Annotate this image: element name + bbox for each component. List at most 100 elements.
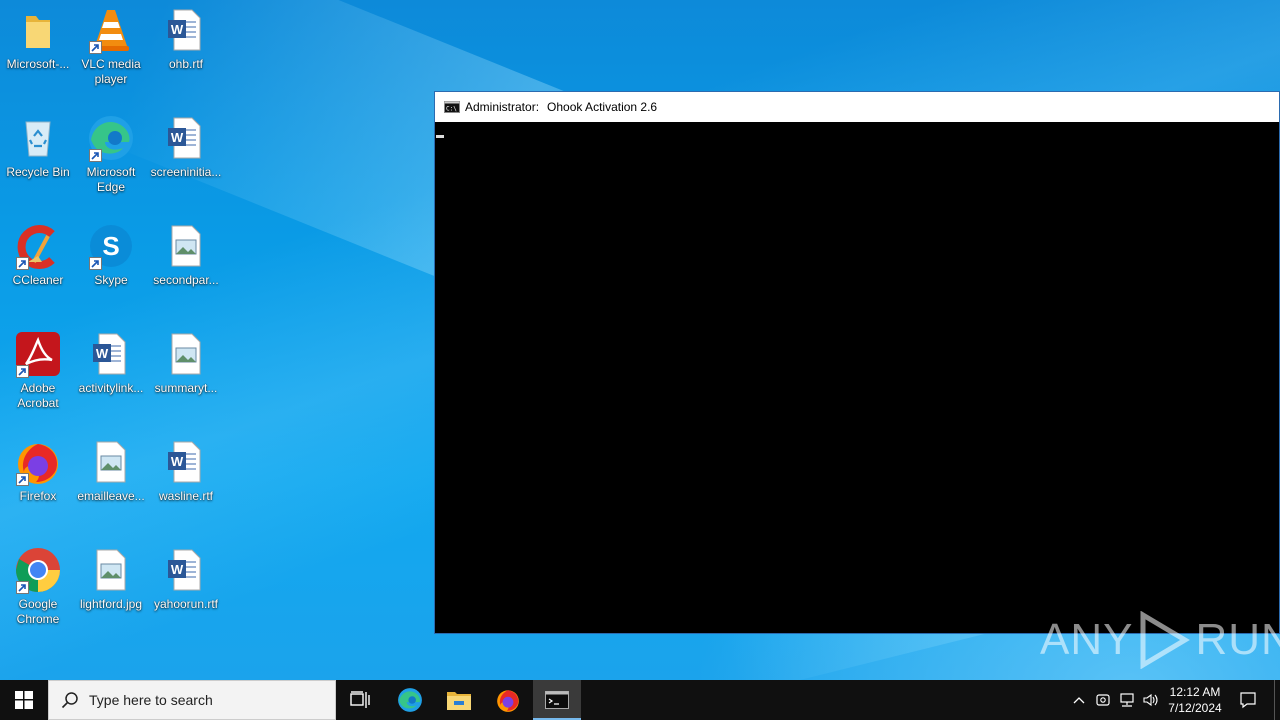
folder-icon: [14, 6, 62, 54]
meet-now-icon: [1096, 694, 1110, 706]
desktop-icon-label: yahoorun.rtf: [153, 597, 219, 611]
network-icon: [1120, 693, 1134, 707]
word-doc-icon: W: [162, 438, 210, 486]
console-window[interactable]: C:\ Administrator: Ohook Activation 2.6: [434, 91, 1280, 634]
desktop-icon-screeninitia[interactable]: W screeninitia...: [149, 114, 223, 180]
action-center-button[interactable]: [1232, 680, 1264, 720]
system-clock[interactable]: 12:12 AM 7/12/2024: [1160, 680, 1230, 720]
desktop-icon-label: Firefox: [19, 489, 57, 503]
firefox-icon: [14, 438, 62, 486]
desktop-icon-lightford[interactable]: lightford.jpg: [74, 546, 148, 612]
svg-text:W: W: [96, 346, 109, 361]
search-icon: [61, 692, 78, 709]
clock-date: 7/12/2024: [1168, 701, 1222, 715]
ccleaner-icon: [14, 222, 62, 270]
desktop-icon-label: summaryt...: [154, 381, 218, 395]
desktop-icon-label: Skype: [94, 273, 128, 287]
image-file-icon: [87, 546, 135, 594]
search-box[interactable]: Type here to search: [48, 680, 336, 720]
shortcut-arrow-icon: [16, 581, 29, 594]
desktop-icon-label: CCleaner: [12, 273, 64, 287]
chevron-up-icon: [1073, 697, 1085, 704]
desktop-icon-label: lightford.jpg: [79, 597, 143, 611]
console-cursor: [436, 135, 444, 138]
task-view-icon: [350, 691, 370, 708]
desktop-icon-label: wasline.rtf: [158, 489, 214, 503]
word-doc-icon: W: [162, 114, 210, 162]
tray-volume-button[interactable]: [1140, 680, 1162, 720]
svg-text:S: S: [102, 231, 119, 261]
svg-text:W: W: [171, 22, 184, 37]
windows-logo-icon: [15, 691, 33, 709]
desktop-icon-label: emailleave...: [77, 489, 145, 503]
word-doc-icon: W: [162, 546, 210, 594]
watermark-right-text: RUN: [1195, 615, 1280, 664]
shortcut-arrow-icon: [16, 473, 29, 486]
desktop-icon-google-chrome[interactable]: Google Chrome: [1, 546, 75, 627]
desktop-icon-emailleave[interactable]: emailleave...: [74, 438, 148, 504]
vlc-icon: [87, 6, 135, 54]
desktop-icon-label: ohb.rtf: [168, 57, 204, 71]
desktop-icon-yahoorun-rtf[interactable]: W yahoorun.rtf: [149, 546, 223, 612]
edge-icon: [87, 114, 135, 162]
desktop-icon-adobe-acrobat[interactable]: Adobe Acrobat: [1, 330, 75, 411]
skype-icon: S: [87, 222, 135, 270]
image-file-icon: [162, 222, 210, 270]
desktop-icon-label: Microsoft-...: [6, 57, 70, 71]
desktop-icon-label: Google Chrome: [16, 597, 60, 626]
taskbar-edge-button[interactable]: [386, 680, 434, 720]
tray-meet-now-button[interactable]: [1092, 680, 1114, 720]
task-view-button[interactable]: [336, 680, 384, 720]
svg-text:W: W: [171, 130, 184, 145]
desktop: Microsoft-... Recycle Bin CCleaner Adobe…: [0, 0, 1280, 680]
desktop-icon-ccleaner[interactable]: CCleaner: [1, 222, 75, 288]
chrome-icon: [14, 546, 62, 594]
firefox-icon: [497, 690, 519, 712]
file-explorer-icon: [447, 692, 471, 710]
tray-network-button[interactable]: [1116, 680, 1138, 720]
show-hidden-icons-button[interactable]: [1068, 680, 1090, 720]
desktop-icon-label: screeninitia...: [150, 165, 222, 179]
shortcut-arrow-icon: [16, 257, 29, 270]
console-title-prefix: Administrator:: [465, 100, 540, 114]
desktop-icon-activitylink[interactable]: W activitylink...: [74, 330, 148, 396]
desktop-icon-secondpar[interactable]: secondpar...: [149, 222, 223, 288]
desktop-icon-label: Microsoft Edge: [86, 165, 136, 194]
watermark-left-text: ANY: [1040, 615, 1134, 664]
play-icon: [1140, 611, 1191, 669]
console-titlebar[interactable]: C:\ Administrator: Ohook Activation 2.6: [435, 92, 1279, 122]
desktop-icon-wasline-rtf[interactable]: W wasline.rtf: [149, 438, 223, 504]
svg-text:W: W: [171, 562, 184, 577]
anyrun-watermark: ANY RUN: [1040, 610, 1280, 670]
shortcut-arrow-icon: [16, 365, 29, 378]
image-file-icon: [162, 330, 210, 378]
desktop-icon-label: secondpar...: [153, 273, 219, 287]
acrobat-icon: [14, 330, 62, 378]
desktop-icon-microsoft-folder[interactable]: Microsoft-...: [1, 6, 75, 72]
desktop-icon-microsoft-edge[interactable]: Microsoft Edge: [74, 114, 148, 195]
show-desktop-button[interactable]: [1274, 680, 1280, 720]
desktop-icon-recycle-bin[interactable]: Recycle Bin: [1, 114, 75, 180]
word-doc-icon: W: [87, 330, 135, 378]
word-doc-icon: W: [162, 6, 210, 54]
desktop-icon-label: Recycle Bin: [6, 165, 70, 179]
desktop-icon-label: VLC media player: [81, 57, 141, 86]
desktop-icon-firefox[interactable]: Firefox: [1, 438, 75, 504]
desktop-icon-ohb-rtf[interactable]: W ohb.rtf: [149, 6, 223, 72]
start-button[interactable]: [0, 680, 48, 720]
svg-text:W: W: [171, 454, 184, 469]
desktop-icon-label: activitylink...: [78, 381, 144, 395]
console-title: Ohook Activation 2.6: [547, 100, 658, 114]
desktop-icon-skype[interactable]: S Skype: [74, 222, 148, 288]
desktop-icon-label: Adobe Acrobat: [17, 381, 59, 410]
image-file-icon: [87, 438, 135, 486]
desktop-icon-vlc[interactable]: VLC media player: [74, 6, 148, 87]
taskbar-cmd-button[interactable]: [533, 680, 581, 720]
taskbar-file-explorer-button[interactable]: [435, 680, 483, 720]
shortcut-arrow-icon: [89, 41, 102, 54]
recycle-bin-icon: [14, 114, 62, 162]
taskbar-firefox-button[interactable]: [484, 680, 532, 720]
desktop-icon-summaryt[interactable]: summaryt...: [149, 330, 223, 396]
cmd-icon: C:\: [444, 101, 460, 113]
clock-time: 12:12 AM: [1169, 685, 1221, 699]
